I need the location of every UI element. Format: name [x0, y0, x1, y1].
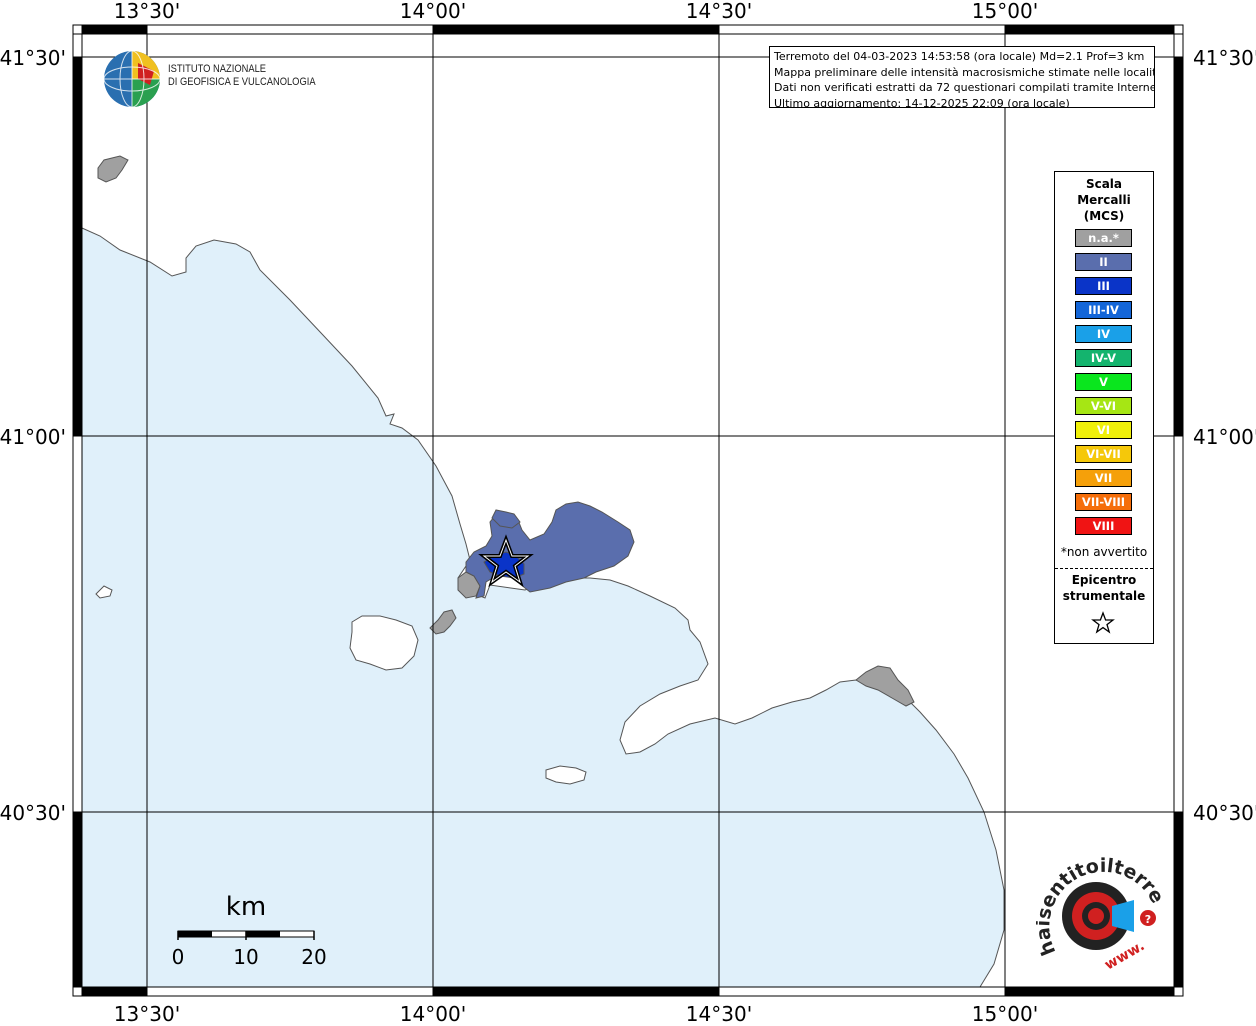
scale-unit: km	[226, 892, 266, 922]
legend-title-line3: (MCS)	[1083, 209, 1125, 223]
ingv-line1: ISTITUTO NAZIONALE	[168, 63, 267, 75]
legend-item: VIII	[1075, 517, 1132, 535]
legend-items: n.a.* II III III-IV IV IV-V V V-VI VI VI-VII VII VI…	[1075, 229, 1132, 541]
legend-item: VI-VII	[1075, 445, 1132, 463]
ingv-logo-icon	[103, 50, 161, 108]
ingv-line2: DI GEOFISICA E VULCANOLOGIA	[168, 76, 316, 88]
mcs-legend: Scala Mercalli (MCS) n.a.* II III III-IV IV I…	[1054, 171, 1154, 644]
hsi-logo-icon: haisentitoilterremoto.it www. ?	[1036, 852, 1166, 973]
legend-divider	[1055, 568, 1153, 569]
scale-tick-10: 10	[233, 945, 258, 969]
legend-star-icon	[1091, 611, 1115, 634]
event-info-line1: Terremoto del 04-03-2023 14:53:58 (ora l…	[774, 50, 1145, 63]
legend-title-line1: Scala	[1085, 177, 1123, 191]
event-info-line2: Mappa preliminare delle intensità macros…	[774, 65, 1155, 79]
legend-item: II	[1075, 253, 1132, 271]
event-info-line3: Dati non verificati estratti da 72 quest…	[774, 81, 1155, 94]
legend-item: V	[1075, 373, 1132, 391]
legend-item: V-VI	[1075, 397, 1132, 415]
legend-item: IV	[1075, 325, 1132, 343]
legend-item: VII-VIII	[1075, 493, 1132, 511]
event-info-box: Terremoto del 04-03-2023 14:53:58 (ora l…	[769, 46, 1155, 108]
legend-item: VII	[1075, 469, 1132, 487]
event-info-line4: Ultimo aggiornamento: 14-12-2025 22:09 (…	[774, 96, 1070, 108]
legend-item: n.a.*	[1075, 229, 1132, 247]
legend-item: III	[1075, 277, 1132, 295]
legend-note: *non avvertito	[1060, 545, 1148, 559]
legend-epicenter-line2: strumentale	[1062, 589, 1146, 603]
legend-title-line2: Mercalli	[1077, 193, 1131, 207]
scale-tick-0: 0	[172, 945, 185, 969]
legend-epicenter-line1: Epicentro	[1071, 573, 1137, 587]
ingv-logo-text: ISTITUTO NAZIONALE DI GEOFISICA E VULCAN…	[168, 63, 316, 89]
legend-item: VI	[1075, 421, 1132, 439]
legend-item: IV-V	[1075, 349, 1132, 367]
legend-epicenter-label: Epicentro strumentale	[1055, 572, 1153, 604]
svg-text:?: ?	[1145, 913, 1151, 926]
scale-tick-20: 20	[301, 945, 326, 969]
scale-bar: km 0 10 20	[172, 892, 327, 969]
legend-title: Scala Mercalli (MCS)	[1055, 176, 1153, 224]
legend-item: III-IV	[1075, 301, 1132, 319]
